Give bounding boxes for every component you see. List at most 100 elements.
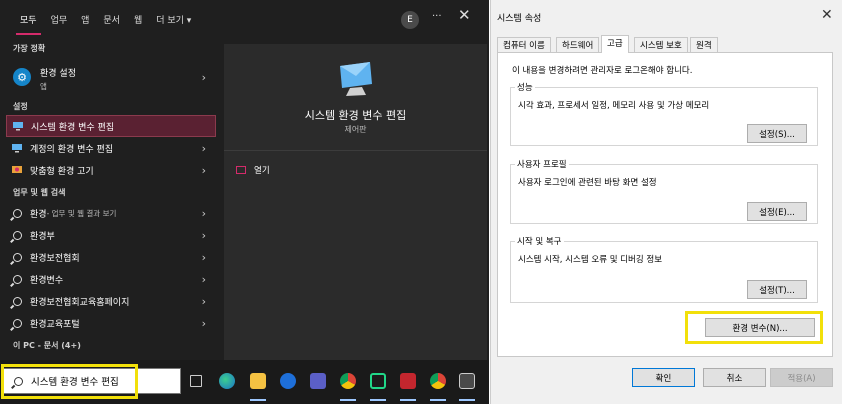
web-result-item[interactable]: 환경보전협회 ›: [6, 246, 216, 268]
group-label: 사용자 프로필: [515, 158, 569, 170]
web-result-main: 환경보전협회교육홈페이지: [30, 297, 130, 308]
chevron-right-icon[interactable]: ›: [202, 317, 206, 330]
search-results: 가장 정확 ⚙ 환경 설정 앱 › 설정 시스템 환경 변수 편집 계정의 환경…: [0, 38, 218, 360]
active-indicator: [370, 399, 386, 401]
apply-button[interactable]: 적용(A): [770, 368, 833, 387]
active-indicator: [340, 399, 356, 401]
ok-button[interactable]: 확인: [632, 368, 695, 387]
tab-work[interactable]: 업무: [51, 13, 68, 26]
open-label: 열기: [254, 166, 270, 176]
chrome-icon[interactable]: [430, 373, 446, 389]
preview-title: 시스템 환경 변수 편집: [304, 109, 407, 122]
chevron-right-icon[interactable]: ›: [202, 273, 206, 286]
chevron-right-icon[interactable]: ›: [202, 71, 206, 84]
tab-hardware[interactable]: 하드웨어: [556, 37, 600, 52]
red-app-icon[interactable]: [400, 373, 416, 389]
preview-header: 시스템 환경 변수 편집 제어판: [224, 44, 487, 142]
group-label: 시작 및 복구: [515, 235, 564, 247]
web-result-main: 환경변수: [30, 275, 64, 286]
chrome-icon[interactable]: [340, 373, 356, 389]
web-result-item[interactable]: 환경변수 ›: [6, 268, 216, 290]
tab-advanced-active[interactable]: 고급: [601, 35, 629, 53]
user-profiles-settings-button[interactable]: 설정(E)...: [747, 202, 807, 221]
open-icon: [236, 166, 246, 174]
best-match-heading: 가장 정확: [13, 44, 46, 53]
search-icon: [10, 296, 24, 306]
tab-web[interactable]: 웹: [134, 13, 142, 26]
chevron-right-icon[interactable]: ›: [202, 295, 206, 308]
tab-documents[interactable]: 문서: [103, 13, 120, 26]
search-icon: [10, 252, 24, 262]
search-icon: [10, 318, 24, 328]
web-search-heading: 업무 및 웹 검색: [13, 188, 66, 197]
chevron-right-icon[interactable]: ›: [202, 229, 206, 242]
web-result-main: 환경보전협회: [30, 253, 80, 264]
dialog-title: 시스템 속성: [497, 14, 542, 24]
settings-heading: 설정: [13, 102, 28, 111]
result-system-env-vars[interactable]: 시스템 환경 변수 편집: [6, 115, 216, 137]
tab-computer-name[interactable]: 컴퓨터 이름: [497, 37, 551, 52]
chevron-right-icon[interactable]: ›: [202, 251, 206, 264]
teams-icon[interactable]: [310, 373, 326, 389]
web-result-item[interactable]: 환경보전협회교육홈페이지 ›: [6, 290, 216, 312]
close-icon[interactable]: ✕: [458, 8, 471, 23]
paint-icon: [10, 165, 24, 175]
group-description: 사용자 로그인에 관련된 바탕 화면 설정: [518, 178, 657, 188]
best-match-title: 환경 설정: [40, 69, 76, 79]
highlight-box: [1, 364, 138, 399]
startup-recovery-group: 시작 및 복구 시스템 시작, 시스템 오류 및 디버깅 정보 설정(T)...: [510, 235, 818, 303]
web-result-main: 환경부: [30, 231, 55, 242]
search-icon: [10, 208, 24, 218]
best-match-item[interactable]: ⚙ 환경 설정 앱 ›: [6, 60, 216, 96]
search-icon: [10, 274, 24, 284]
result-label: 시스템 환경 변수 편집: [31, 122, 115, 133]
more-options-icon[interactable]: ···: [432, 11, 442, 22]
tab-remote[interactable]: 원격: [690, 37, 718, 52]
tab-all[interactable]: 모두: [16, 13, 41, 35]
performance-group: 성능 시각 효과, 프로세서 일정, 메모리 사용 및 가상 메모리 설정(S)…: [510, 81, 818, 146]
web-result-main: 환경교육포털: [30, 319, 80, 330]
tab-more[interactable]: 더 보기 ▾: [156, 13, 191, 26]
chevron-right-icon[interactable]: ›: [202, 142, 206, 155]
result-account-env-vars[interactable]: 계정의 환경 변수 편집 ›: [6, 137, 216, 159]
onedrive-icon[interactable]: [280, 373, 296, 389]
best-match-subtitle: 앱: [40, 82, 47, 91]
avatar[interactable]: E: [401, 11, 419, 29]
monitor-icon: [10, 143, 24, 153]
group-description: 시각 효과, 프로세서 일정, 메모리 사용 및 가상 메모리: [518, 101, 710, 111]
web-result-main: 환경: [30, 209, 47, 220]
group-label: 성능: [515, 81, 535, 93]
cancel-button[interactable]: 취소: [703, 368, 766, 387]
preview-subtitle: 제어판: [344, 125, 367, 134]
web-result-item[interactable]: 환경교육포털 ›: [6, 312, 216, 334]
web-result-item[interactable]: 환경 - 업무 및 웹 결과 보기 ›: [6, 202, 216, 224]
startup-recovery-settings-button[interactable]: 설정(T)...: [747, 280, 807, 299]
active-indicator: [430, 399, 446, 401]
edge-icon[interactable]: [219, 373, 235, 389]
monitor-icon: [336, 62, 376, 102]
result-preview-pane: 시스템 환경 변수 편집 제어판 열기: [224, 44, 487, 360]
pycharm-icon[interactable]: [370, 373, 386, 389]
file-explorer-icon[interactable]: [250, 373, 266, 389]
tab-apps[interactable]: 앱: [81, 13, 89, 26]
tab-system-protection[interactable]: 시스템 보호: [634, 37, 688, 52]
photos-icon[interactable]: [459, 373, 475, 389]
open-action[interactable]: 열기: [236, 164, 270, 176]
user-profiles-group: 사용자 프로필 사용자 로그인에 관련된 바탕 화면 설정 설정(E)...: [510, 158, 818, 224]
highlight-box: [685, 311, 823, 344]
chevron-right-icon[interactable]: ›: [202, 164, 206, 177]
web-result-item[interactable]: 환경부 ›: [6, 224, 216, 246]
performance-settings-button[interactable]: 설정(S)...: [747, 124, 807, 143]
close-icon[interactable]: ✕: [821, 8, 833, 22]
windows-search-panel: 모두 업무 앱 문서 웹 더 보기 ▾ E ··· ✕ 가장 정확 ⚙ 환경 설…: [0, 0, 489, 404]
active-indicator: [459, 399, 475, 401]
chevron-right-icon[interactable]: ›: [202, 207, 206, 220]
task-view-icon[interactable]: [190, 375, 202, 387]
monitor-icon: [11, 121, 25, 131]
pc-documents-heading[interactable]: 이 PC - 문서 (4+): [13, 340, 81, 351]
active-indicator: [250, 399, 266, 401]
admin-notice: 이 내용을 변경하려면 관리자로 로그온해야 합니다.: [512, 66, 693, 76]
active-indicator: [400, 399, 416, 401]
result-custom-env[interactable]: 맞춤형 환경 고기 ›: [6, 159, 216, 181]
search-icon: [10, 230, 24, 240]
